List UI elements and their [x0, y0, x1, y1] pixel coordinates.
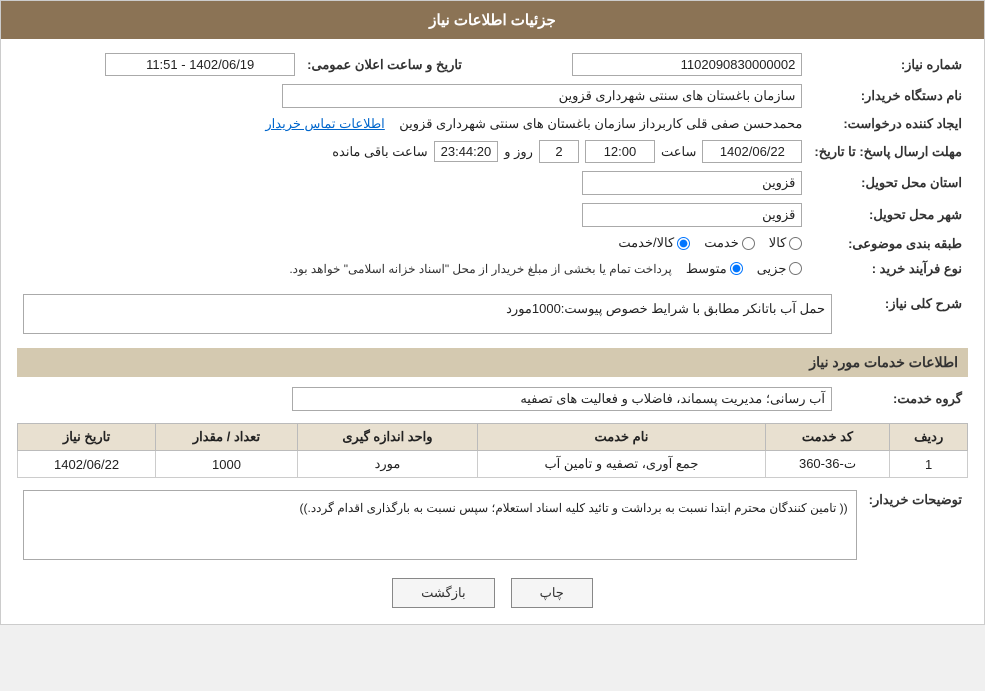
creator-value: محمدحسن صفی قلی کاربرداز سازمان باغستان …	[399, 116, 802, 131]
page-header: جزئیات اطلاعات نیاز	[1, 1, 984, 39]
cell-unit: مورد	[297, 451, 477, 478]
col-date: تاریخ نیاز	[18, 424, 156, 451]
time-label: ساعت	[661, 144, 696, 160]
need-description-value: حمل آب باتانکر مطابق با شرایط خصوص پیوست…	[23, 294, 832, 334]
row-need-number: شماره نیاز: 1102090830000002 تاریخ و ساع…	[17, 49, 968, 80]
need-number-label: شماره نیاز:	[808, 49, 968, 80]
col-code: کد خدمت	[765, 424, 890, 451]
services-data-table: ردیف کد خدمت نام خدمت واحد اندازه گیری ت…	[17, 423, 968, 478]
col-row: ردیف	[890, 424, 968, 451]
deadline-time: 12:00	[585, 140, 655, 163]
page-title: جزئیات اطلاعات نیاز	[429, 12, 556, 29]
announcement-label: تاریخ و ساعت اعلان عمومی:	[301, 49, 468, 80]
service-group-table: گروه خدمت: آب رسانی؛ مدیریت پسماند، فاضل…	[17, 383, 968, 415]
process-jozi-label: جزیی	[757, 261, 787, 277]
cell-quantity: 1000	[156, 451, 298, 478]
category-kala-khadamat-label: کالا/خدمت	[618, 235, 674, 251]
contact-link[interactable]: اطلاعات تماس خریدار	[265, 116, 384, 131]
org-label: نام دستگاه خریدار:	[808, 80, 968, 112]
category-kala-option[interactable]: کالا	[769, 235, 803, 251]
col-unit: واحد اندازه گیری	[297, 424, 477, 451]
creator-label: ایجاد کننده درخواست:	[808, 112, 968, 136]
buyer-desc-label: توضیحات خریدار:	[863, 486, 968, 564]
need-description-table: شرح کلی نیاز: حمل آب باتانکر مطابق با شر…	[17, 290, 968, 338]
page-wrapper: جزئیات اطلاعات نیاز شماره نیاز: 11020908…	[0, 0, 985, 625]
main-info-table: شماره نیاز: 1102090830000002 تاریخ و ساع…	[17, 49, 968, 282]
category-radio-group: کالا خدمت کالا/خدمت	[618, 235, 802, 251]
cell-code: ت-36-360	[765, 451, 890, 478]
data-table-body: 1ت-36-360جمع آوری، تصفیه و تامین آبمورد1…	[18, 451, 968, 478]
service-group-row: گروه خدمت: آب رسانی؛ مدیریت پسماند، فاضل…	[17, 383, 968, 415]
services-section-title: اطلاعات خدمات مورد نیاز	[17, 348, 968, 377]
category-kala-khadamat-radio[interactable]	[677, 237, 690, 250]
need-number-value: 1102090830000002	[572, 53, 802, 76]
process-motavaset-label: متوسط	[686, 261, 727, 277]
need-description-section-title: شرح کلی نیاز:	[838, 290, 968, 338]
print-button[interactable]: چاپ	[511, 578, 593, 608]
category-khadamat-label: خدمت	[704, 235, 739, 251]
category-kala-label: کالا	[769, 235, 787, 251]
category-label: طبقه بندی موضوعی:	[808, 231, 968, 257]
process-motavaset-radio[interactable]	[730, 262, 743, 275]
remaining-label: ساعت باقی مانده	[332, 144, 427, 160]
deadline-label: مهلت ارسال پاسخ: تا تاریخ:	[808, 136, 968, 167]
process-jozi-radio[interactable]	[789, 262, 802, 275]
org-value: سازمان باغستان های سنتی شهرداری قزوین	[282, 84, 802, 108]
process-motavaset-option[interactable]: متوسط	[686, 261, 743, 277]
process-radio-group: جزیی متوسط پرداخت تمام یا بخشی از مبلغ خ…	[289, 261, 802, 277]
row-org: نام دستگاه خریدار: سازمان باغستان های سن…	[17, 80, 968, 112]
content-area: شماره نیاز: 1102090830000002 تاریخ و ساع…	[1, 39, 984, 624]
row-process: نوع فرآیند خرید : جزیی متوسط پرداخت تمام…	[17, 257, 968, 283]
buyer-desc-row: توضیحات خریدار: (( تامین کنندگان محترم ا…	[17, 486, 968, 564]
city-label: شهر محل تحویل:	[808, 199, 968, 231]
countdown-value: 23:44:20	[434, 141, 499, 162]
city-value: قزوین	[582, 203, 802, 227]
data-table-header: ردیف کد خدمت نام خدمت واحد اندازه گیری ت…	[18, 424, 968, 451]
table-row: 1ت-36-360جمع آوری، تصفیه و تامین آبمورد1…	[18, 451, 968, 478]
deadline-days: 2	[539, 140, 579, 163]
buyer-desc-table: توضیحات خریدار: (( تامین کنندگان محترم ا…	[17, 486, 968, 564]
data-table-header-row: ردیف کد خدمت نام خدمت واحد اندازه گیری ت…	[18, 424, 968, 451]
cell-name: جمع آوری، تصفیه و تامین آب	[478, 451, 766, 478]
category-khadamat-radio[interactable]	[742, 237, 755, 250]
category-kala-radio[interactable]	[789, 237, 802, 250]
col-qty: تعداد / مقدار	[156, 424, 298, 451]
button-row: چاپ بازگشت	[17, 578, 968, 608]
process-label: نوع فرآیند خرید :	[808, 257, 968, 283]
row-creator: ایجاد کننده درخواست: محمدحسن صفی قلی کار…	[17, 112, 968, 136]
back-button[interactable]: بازگشت	[392, 578, 494, 608]
cell-date: 1402/06/22	[18, 451, 156, 478]
deadline-row: 1402/06/22 ساعت 12:00 2 روز و 23:44:20 س…	[23, 140, 802, 163]
row-city: شهر محل تحویل: قزوین	[17, 199, 968, 231]
days-label: روز و	[504, 144, 533, 160]
col-name: نام خدمت	[478, 424, 766, 451]
row-category: طبقه بندی موضوعی: کالا خدمت	[17, 231, 968, 257]
province-label: استان محل تحویل:	[808, 167, 968, 199]
row-province: استان محل تحویل: قزوین	[17, 167, 968, 199]
category-kala-khadamat-option[interactable]: کالا/خدمت	[618, 235, 690, 251]
category-khadamat-option[interactable]: خدمت	[704, 235, 755, 251]
service-group-value: آب رسانی؛ مدیریت پسماند، فاضلاب و فعالیت…	[292, 387, 832, 411]
announcement-value: 1402/06/19 - 11:51	[105, 53, 295, 76]
process-jozi-option[interactable]: جزیی	[757, 261, 803, 277]
cell-row: 1	[890, 451, 968, 478]
province-value: قزوین	[582, 171, 802, 195]
process-note: پرداخت تمام یا بخشی از مبلغ خریدار از مح…	[289, 262, 672, 276]
row-deadline: مهلت ارسال پاسخ: تا تاریخ: 1402/06/22 سا…	[17, 136, 968, 167]
deadline-date: 1402/06/22	[702, 140, 802, 163]
service-group-label: گروه خدمت:	[838, 383, 968, 415]
buyer-desc-value: (( تامین کنندگان محترم ابتدا نسبت به برد…	[23, 490, 857, 560]
need-description-row: شرح کلی نیاز: حمل آب باتانکر مطابق با شر…	[17, 290, 968, 338]
